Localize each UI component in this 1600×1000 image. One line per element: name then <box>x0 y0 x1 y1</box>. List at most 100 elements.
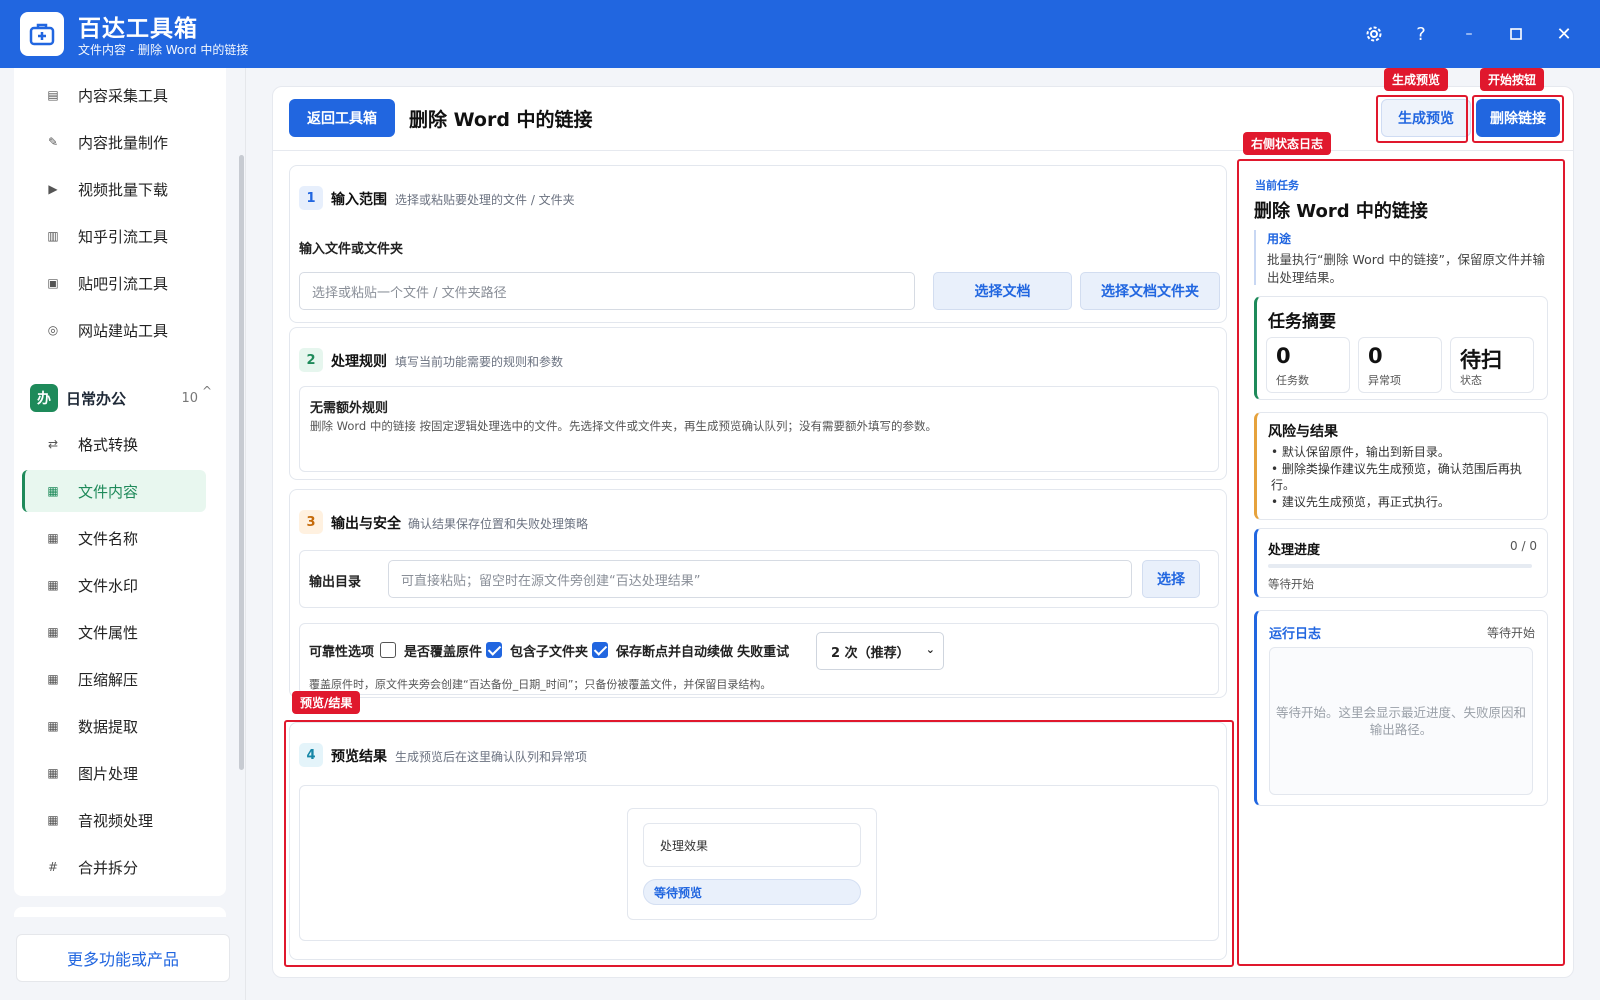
section-desc: 选择或粘贴要处理的文件 / 文件夹 <box>395 193 575 207</box>
annotation-preview-result: 预览/结果 <box>292 691 361 714</box>
sidebar-item-label: 文件内容 <box>78 482 139 501</box>
section-desc: 填写当前功能需要的规则和参数 <box>395 355 564 369</box>
chevron-up-icon[interactable]: ^ <box>202 384 212 398</box>
sidebar-item-av-process[interactable]: ▦ 音视频处理 <box>22 799 206 841</box>
section-input-range: 1 输入范围 选择或粘贴要处理的文件 / 文件夹 输入文件或文件夹 选择或粘贴一… <box>289 165 1227 323</box>
include-subfolders-label: 包含子文件夹 <box>510 645 589 660</box>
sidebar-item-label: 合并拆分 <box>78 858 139 877</box>
grid-icon: ▦ <box>47 484 59 498</box>
output-dir-box: 输出目录 可直接粘贴；留空时在源文件旁创建“百达处理结果” 选择 <box>299 550 1219 608</box>
section-processing-rules: 2 处理规则 填写当前功能需要的规则和参数 无需额外规则 删除 Word 中的链… <box>289 327 1227 480</box>
sidebar-item-label: 文件水印 <box>78 576 139 595</box>
zhihu-icon: ▥ <box>47 229 59 243</box>
app-subtitle: 文件内容 - 删除 Word 中的链接 <box>78 43 249 57</box>
section-number: 1 <box>299 186 323 210</box>
retry-value: 2 次（推荐） <box>831 645 910 661</box>
grid-icon: ▦ <box>47 578 59 592</box>
sidebar-item-image-process[interactable]: ▦ 图片处理 <box>22 752 206 794</box>
back-to-toolbox-button[interactable]: 返回工具箱 <box>289 99 395 137</box>
sidebar-item-merge-split[interactable]: # 合并拆分 <box>22 846 206 888</box>
sidebar-item-zhihu[interactable]: ▥ 知乎引流工具 <box>22 215 206 257</box>
sidebar-item-compress[interactable]: ▦ 压缩解压 <box>22 658 206 700</box>
help-icon[interactable]: ? <box>1407 20 1435 48</box>
include-subfolders-checkbox[interactable] <box>486 641 503 658</box>
sidebar-item-content-batch[interactable]: ✎ 内容批量制作 <box>22 121 206 163</box>
input-path-field[interactable]: 选择或粘贴一个文件 / 文件夹路径 <box>299 272 915 310</box>
annotation-box-start <box>1472 95 1564 143</box>
sidebar-item-label: 文件名称 <box>78 529 139 548</box>
section-output-safety: 3 输出与安全 确认结果保存位置和失败处理策略 输出目录 可直接粘贴；留空时在源… <box>289 489 1227 698</box>
annotation-preview: 生成预览 <box>1384 68 1449 91</box>
group-badge: 办 <box>30 384 58 412</box>
overwrite-label: 是否覆盖原件 <box>404 645 483 660</box>
sidebar-next-card <box>14 907 226 917</box>
tieba-icon: ▣ <box>47 276 59 290</box>
section-number: 2 <box>299 348 323 372</box>
sidebar-item-label: 数据提取 <box>78 717 139 736</box>
section-desc: 确认结果保存位置和失败处理策略 <box>408 517 589 531</box>
annotation-right-log: 右侧状态日志 <box>1243 132 1332 155</box>
more-products-button[interactable]: 更多功能或产品 <box>16 934 230 982</box>
sidebar-item-label: 知乎引流工具 <box>78 227 169 246</box>
annotation-box-preview-result <box>284 720 1234 967</box>
grid-icon: ▦ <box>47 813 59 827</box>
reliability-label: 可靠性选项 <box>309 645 375 660</box>
pen-icon: ✎ <box>47 135 59 149</box>
sidebar-item-label: 格式转换 <box>78 435 139 454</box>
video-icon: ▶ <box>48 182 58 196</box>
overwrite-checkbox[interactable] <box>380 641 397 658</box>
output-dir-input[interactable]: 可直接粘贴；留空时在源文件旁创建“百达处理结果” <box>388 560 1132 598</box>
sidebar-item-file-attributes[interactable]: ▦ 文件属性 <box>22 611 206 653</box>
resume-checkbox[interactable] <box>592 641 609 658</box>
input-field-label: 输入文件或文件夹 <box>299 242 404 257</box>
grid-icon: ▦ <box>47 719 59 733</box>
grid-icon: ▦ <box>47 625 59 639</box>
sidebar-scrollbar[interactable] <box>239 155 244 770</box>
sidebar-item-format-convert[interactable]: ⇄ 格式转换 <box>22 423 206 465</box>
rule-title: 无需额外规则 <box>310 401 389 416</box>
retry-select[interactable]: 2 次（推荐） ⌄ <box>816 632 944 670</box>
header-divider <box>272 150 1574 151</box>
swap-icon: ⇄ <box>47 437 59 451</box>
close-icon[interactable]: ✕ <box>1550 20 1578 48</box>
output-dir-label: 输出目录 <box>309 575 362 590</box>
doc-collect-icon: ▤ <box>47 88 59 102</box>
sidebar: ▤ 内容采集工具 ✎ 内容批量制作 ▶ 视频批量下载 ▥ 知乎引流工具 ▣ 贴吧… <box>0 68 246 1000</box>
annotation-box-right-log <box>1237 159 1565 966</box>
rules-box: 无需额外规则 删除 Word 中的链接 按固定逻辑处理选中的文件。先选择文件或文… <box>299 386 1219 472</box>
section-title: 输入范围 <box>331 192 387 208</box>
sidebar-item-website[interactable]: ◎ 网站建站工具 <box>22 309 206 351</box>
app-title: 百达工具箱 <box>78 16 198 42</box>
annotation-start: 开始按钮 <box>1480 68 1545 91</box>
maximize-icon[interactable] <box>1502 20 1530 48</box>
minimize-icon[interactable]: – <box>1455 20 1483 48</box>
sidebar-item-label: 音视频处理 <box>78 811 154 830</box>
sidebar-item-tieba[interactable]: ▣ 贴吧引流工具 <box>22 262 206 304</box>
sidebar-item-label: 贴吧引流工具 <box>78 274 169 293</box>
select-folder-button[interactable]: 选择文档文件夹 <box>1080 272 1220 310</box>
sidebar-item-label: 网站建站工具 <box>78 321 169 340</box>
grid-icon: ▦ <box>47 531 59 545</box>
sidebar-item-video-download[interactable]: ▶ 视频批量下载 <box>22 168 206 210</box>
sidebar-item-file-name[interactable]: ▦ 文件名称 <box>22 517 206 559</box>
sidebar-group-daily-office[interactable]: 办 日常办公 10 ^ <box>14 378 226 418</box>
chevron-down-icon: ⌄ <box>925 643 935 656</box>
sidebar-item-content-collect[interactable]: ▤ 内容采集工具 <box>22 74 206 116</box>
group-count: 10 <box>181 390 198 406</box>
settings-icon[interactable] <box>1360 20 1388 48</box>
retry-label: 失败重试 <box>737 645 790 660</box>
rule-description: 删除 Word 中的链接 按固定逻辑处理选中的文件。先选择文件或文件夹，再生成预… <box>310 419 938 433</box>
sidebar-item-file-content[interactable]: ▦ 文件内容 <box>22 470 206 512</box>
sidebar-item-data-extract[interactable]: ▦ 数据提取 <box>22 705 206 747</box>
select-document-button[interactable]: 选择文档 <box>933 272 1072 310</box>
reliability-box: 可靠性选项 是否覆盖原件 包含子文件夹 保存断点并自动续做 失败重试 2 次（推… <box>299 623 1219 695</box>
sidebar-item-label: 图片处理 <box>78 764 139 783</box>
page-title: 删除 Word 中的链接 <box>409 109 593 131</box>
sidebar-item-file-watermark[interactable]: ▦ 文件水印 <box>22 564 206 606</box>
section-title: 处理规则 <box>331 354 387 370</box>
sidebar-item-label: 视频批量下载 <box>78 180 169 199</box>
sidebar-item-label: 内容批量制作 <box>78 133 169 152</box>
select-output-button[interactable]: 选择 <box>1142 560 1200 598</box>
sidebar-item-label: 压缩解压 <box>78 670 139 689</box>
overwrite-note: 覆盖原件时，原文件夹旁会创建“百达备份_日期_时间”；只备份被覆盖文件，并保留目… <box>309 678 772 691</box>
